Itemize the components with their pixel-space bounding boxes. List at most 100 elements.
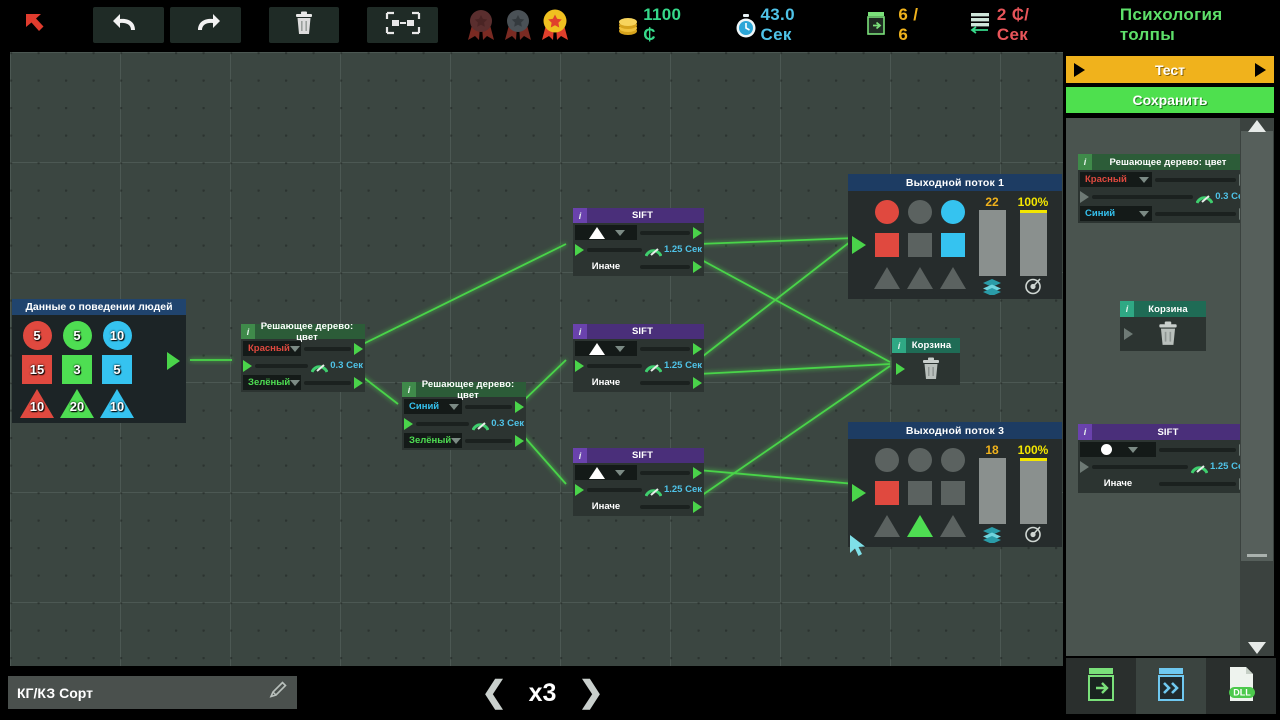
sift-node-2[interactable]: i SIFT 1.25 Сек Иначе <box>573 324 704 392</box>
category-dll-button[interactable]: DLL <box>1206 658 1276 714</box>
delete-button[interactable] <box>268 7 340 43</box>
color-select-top[interactable]: Красный <box>1080 172 1152 187</box>
color-select-bottom[interactable]: Зелёный <box>404 433 462 448</box>
node-canvas[interactable]: Данные о поведении людей 5 5 10 15 3 5 1… <box>10 52 1063 666</box>
input-port[interactable] <box>1080 190 1089 203</box>
output-port-match[interactable] <box>693 342 702 355</box>
shape-select[interactable] <box>575 465 637 480</box>
triangle-shape <box>874 267 900 289</box>
output-node-3[interactable]: Выходной поток 3 18 100% <box>848 422 1062 547</box>
output-port-bottom[interactable] <box>354 376 363 389</box>
input-port[interactable] <box>896 363 905 375</box>
square-shape <box>875 481 899 505</box>
shape-select[interactable] <box>575 225 637 240</box>
test-button[interactable]: Тест <box>1066 56 1274 83</box>
save-button[interactable]: Сохранить <box>1066 87 1274 113</box>
else-label: Иначе <box>1103 478 1133 489</box>
output-port-match[interactable] <box>693 466 702 479</box>
chevron-down-icon <box>615 345 625 352</box>
square-shape <box>941 481 965 505</box>
blue-fastforward-icon <box>1154 665 1188 708</box>
color-select-bottom[interactable]: Синий <box>1080 206 1152 221</box>
input-and-timer-row: 0.3 Сек <box>404 416 524 431</box>
scrollbar-thumb[interactable] <box>1241 131 1273 561</box>
info-icon[interactable]: i <box>402 382 416 397</box>
color-select-top[interactable]: Красный <box>243 341 301 356</box>
node-body <box>1120 317 1206 351</box>
output-port-else[interactable] <box>693 260 702 273</box>
node-title: Корзина <box>1148 303 1188 315</box>
info-icon[interactable]: i <box>573 324 587 339</box>
color-select-bottom[interactable]: Зелёный <box>243 375 301 390</box>
node-body: 1.25 Сек Иначе <box>573 223 704 276</box>
triangle-shape <box>940 267 966 289</box>
input-port[interactable] <box>852 236 866 254</box>
decision-tree-node-1[interactable]: i Решающее дерево: цвет Красный 0.3 Сек … <box>241 320 365 392</box>
circle-shape <box>1100 444 1112 455</box>
sift-node-1[interactable]: i SIFT 1.25 Сек Иначе <box>573 208 704 276</box>
category-inputs-button[interactable] <box>1066 658 1136 714</box>
info-icon[interactable]: i <box>892 338 906 353</box>
output-port-else[interactable] <box>693 500 702 513</box>
shape-select[interactable] <box>575 341 637 356</box>
output-port-match[interactable] <box>693 226 702 239</box>
source-output-port[interactable] <box>167 352 180 370</box>
info-icon[interactable]: i <box>241 324 255 339</box>
chevron-right-icon[interactable]: ❯ <box>578 678 603 708</box>
source-node[interactable]: Данные о поведении людей 5 5 10 15 3 5 1… <box>12 299 186 423</box>
info-icon[interactable]: i <box>1120 301 1134 317</box>
output-port-top[interactable] <box>515 400 524 413</box>
input-port[interactable] <box>243 359 252 372</box>
node-title: Решающее дерево: цвет <box>260 320 354 343</box>
output-row-top <box>575 341 702 356</box>
info-icon[interactable]: i <box>573 448 587 463</box>
input-port[interactable] <box>575 243 584 256</box>
palette-item-decision-tree[interactable]: i Решающее дерево: цвет Красный 0.3 Сек … <box>1078 154 1250 223</box>
process-time: 0.3 Сек <box>330 360 363 371</box>
decision-tree-node-2[interactable]: i Решающее дерево: цвет Синий 0.3 Сек Зе… <box>402 379 526 450</box>
input-port[interactable] <box>575 483 584 496</box>
rate-value: 2 ₵/ Сек <box>996 5 1030 44</box>
capacity-stat: 6 / 6 <box>865 5 932 45</box>
info-icon[interactable]: i <box>1078 154 1092 170</box>
sift-node-3[interactable]: i SIFT 1.25 Сек Иначе <box>573 448 704 516</box>
node-title: SIFT <box>1157 426 1179 438</box>
info-icon[interactable]: i <box>1078 424 1092 440</box>
color-select-top[interactable]: Синий <box>404 399 462 414</box>
output-port-top[interactable] <box>354 342 363 355</box>
category-processors-button[interactable] <box>1136 658 1206 714</box>
chevron-down-icon <box>290 379 301 386</box>
input-port[interactable] <box>404 417 413 430</box>
palette-item-trash[interactable]: i Корзина <box>1120 301 1206 351</box>
scroll-up-arrow-icon[interactable] <box>1248 120 1266 132</box>
inbox-arrow-icon <box>865 10 887 41</box>
input-port[interactable] <box>1080 460 1089 473</box>
output-row-bottom: Зелёный <box>243 375 363 390</box>
output-port-bottom[interactable] <box>515 434 524 447</box>
shape-select[interactable] <box>1080 442 1156 457</box>
triangle-shape <box>589 342 605 355</box>
pencil-edit-icon[interactable] <box>268 680 288 705</box>
chevron-down-icon <box>449 403 459 410</box>
node-body: 18 100% <box>848 439 1062 547</box>
speed-gauge-icon <box>644 360 663 373</box>
palette-item-sift[interactable]: i SIFT 1.25 Сек Иначе <box>1078 424 1250 493</box>
undo-button[interactable] <box>92 7 164 43</box>
input-port[interactable] <box>852 484 866 502</box>
green-import-icon <box>1084 665 1118 708</box>
output-port-else[interactable] <box>693 376 702 389</box>
trash-node[interactable]: i Корзина <box>892 338 960 385</box>
info-icon[interactable]: i <box>573 208 587 223</box>
red-arrow-cursor-icon[interactable] <box>14 3 59 47</box>
node-header: i SIFT <box>573 208 704 223</box>
program-name-field[interactable]: КГ/КЗ Сорт <box>8 676 297 709</box>
chevron-left-icon[interactable]: ❮ <box>481 678 506 708</box>
source-cell: 3 <box>59 354 95 384</box>
input-port[interactable] <box>575 359 584 372</box>
scroll-down-arrow-icon[interactable] <box>1248 642 1266 654</box>
speed-value: x3 <box>528 678 557 707</box>
fit-to-screen-button[interactable] <box>367 7 439 43</box>
output-node-1[interactable]: Выходной поток 1 22 100% <box>848 174 1062 299</box>
input-port[interactable] <box>1124 328 1133 340</box>
redo-button[interactable] <box>169 7 241 43</box>
